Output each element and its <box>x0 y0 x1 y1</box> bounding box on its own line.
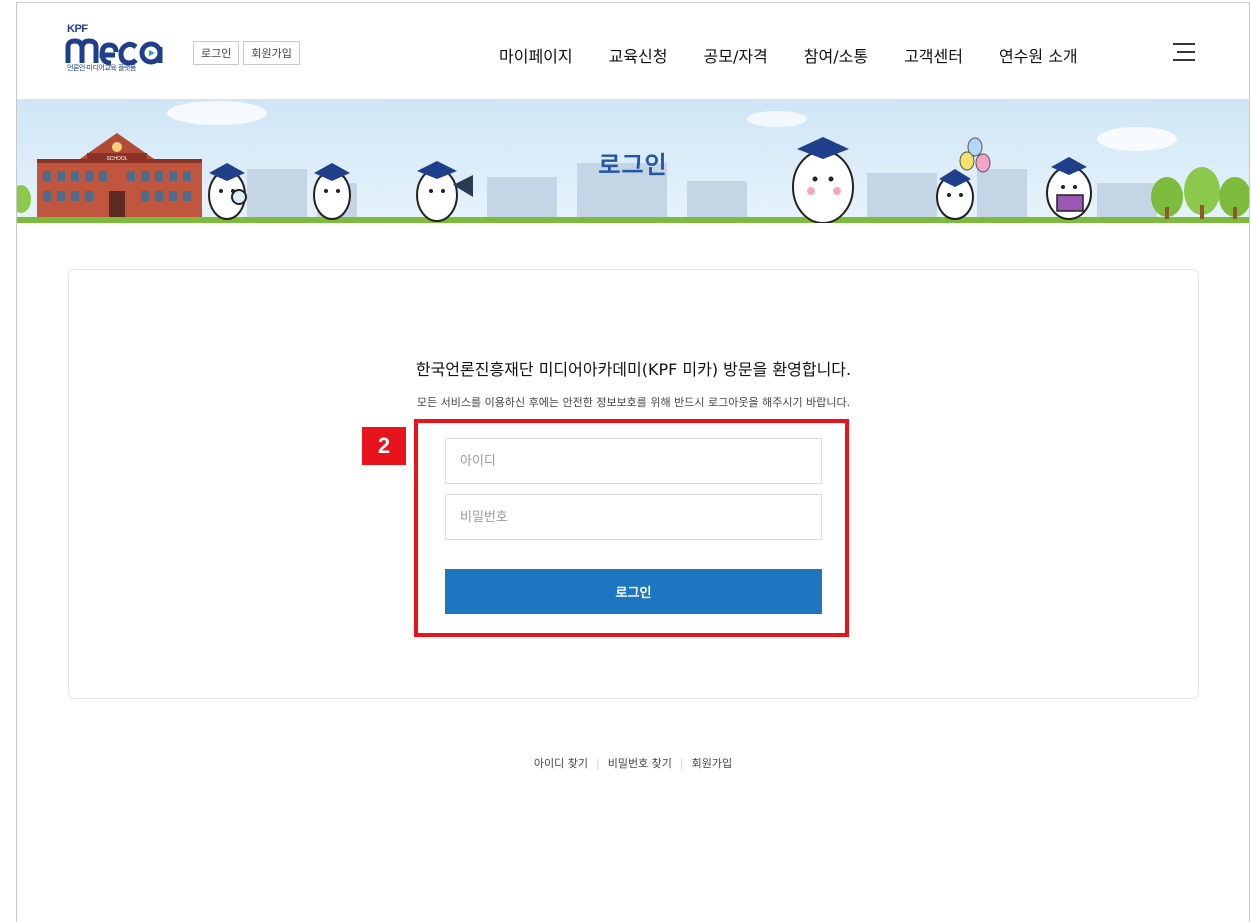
hamburger-menu-icon[interactable] <box>1173 43 1195 61</box>
annotation-highlight-box <box>414 419 849 637</box>
nav-item-support[interactable]: 고객센터 <box>904 43 963 67</box>
page-banner: SCHOOL 로그인 <box>17 99 1249 223</box>
header-signup-button[interactable]: 회원가입 <box>243 41 300 65</box>
find-id-link[interactable]: 아이디 찾기 <box>534 757 588 770</box>
annotation-step-badge: 2 <box>362 427 406 465</box>
nav-item-contest[interactable]: 공모/자격 <box>704 43 768 67</box>
nav-item-mypage[interactable]: 마이페이지 <box>499 43 573 67</box>
signup-link[interactable]: 회원가입 <box>692 757 732 770</box>
security-notice: 모든 서비스를 이용하신 후에는 안전한 정보보호를 위해 반드시 로그아웃을 … <box>416 396 851 409</box>
nav-item-community[interactable]: 참여/소통 <box>804 43 868 67</box>
page-title: 로그인 <box>598 151 668 179</box>
header-login-button[interactable]: 로그인 <box>193 41 240 65</box>
site-logo[interactable]: KPF 언론인·미디어교육 플랫폼 <box>65 23 175 93</box>
nav-item-education[interactable]: 교육신청 <box>609 43 668 67</box>
nav-item-about[interactable]: 연수원 소개 <box>999 43 1078 67</box>
main-nav: 마이페이지 교육신청 공모/자격 참여/소통 고객센터 연수원 소개 <box>499 43 1114 67</box>
link-separator: | <box>595 757 600 770</box>
link-separator: | <box>679 757 684 770</box>
welcome-message: 한국언론진흥재단 미디어아카데미(KPF 미카) 방문을 환영합니다. <box>415 360 852 379</box>
site-header: KPF 언론인·미디어교육 플랫폼 로그인 회원가입 마이페이지 교육신청 공모… <box>17 3 1249 99</box>
account-links: 아이디 찾기 | 비밀번호 찾기 | 회원가입 <box>17 755 1249 771</box>
find-password-link[interactable]: 비밀번호 찾기 <box>608 757 672 770</box>
utility-links: 로그인 회원가입 <box>193 41 300 65</box>
logo-subtitle: 언론인·미디어교육 플랫폼 <box>67 64 136 72</box>
